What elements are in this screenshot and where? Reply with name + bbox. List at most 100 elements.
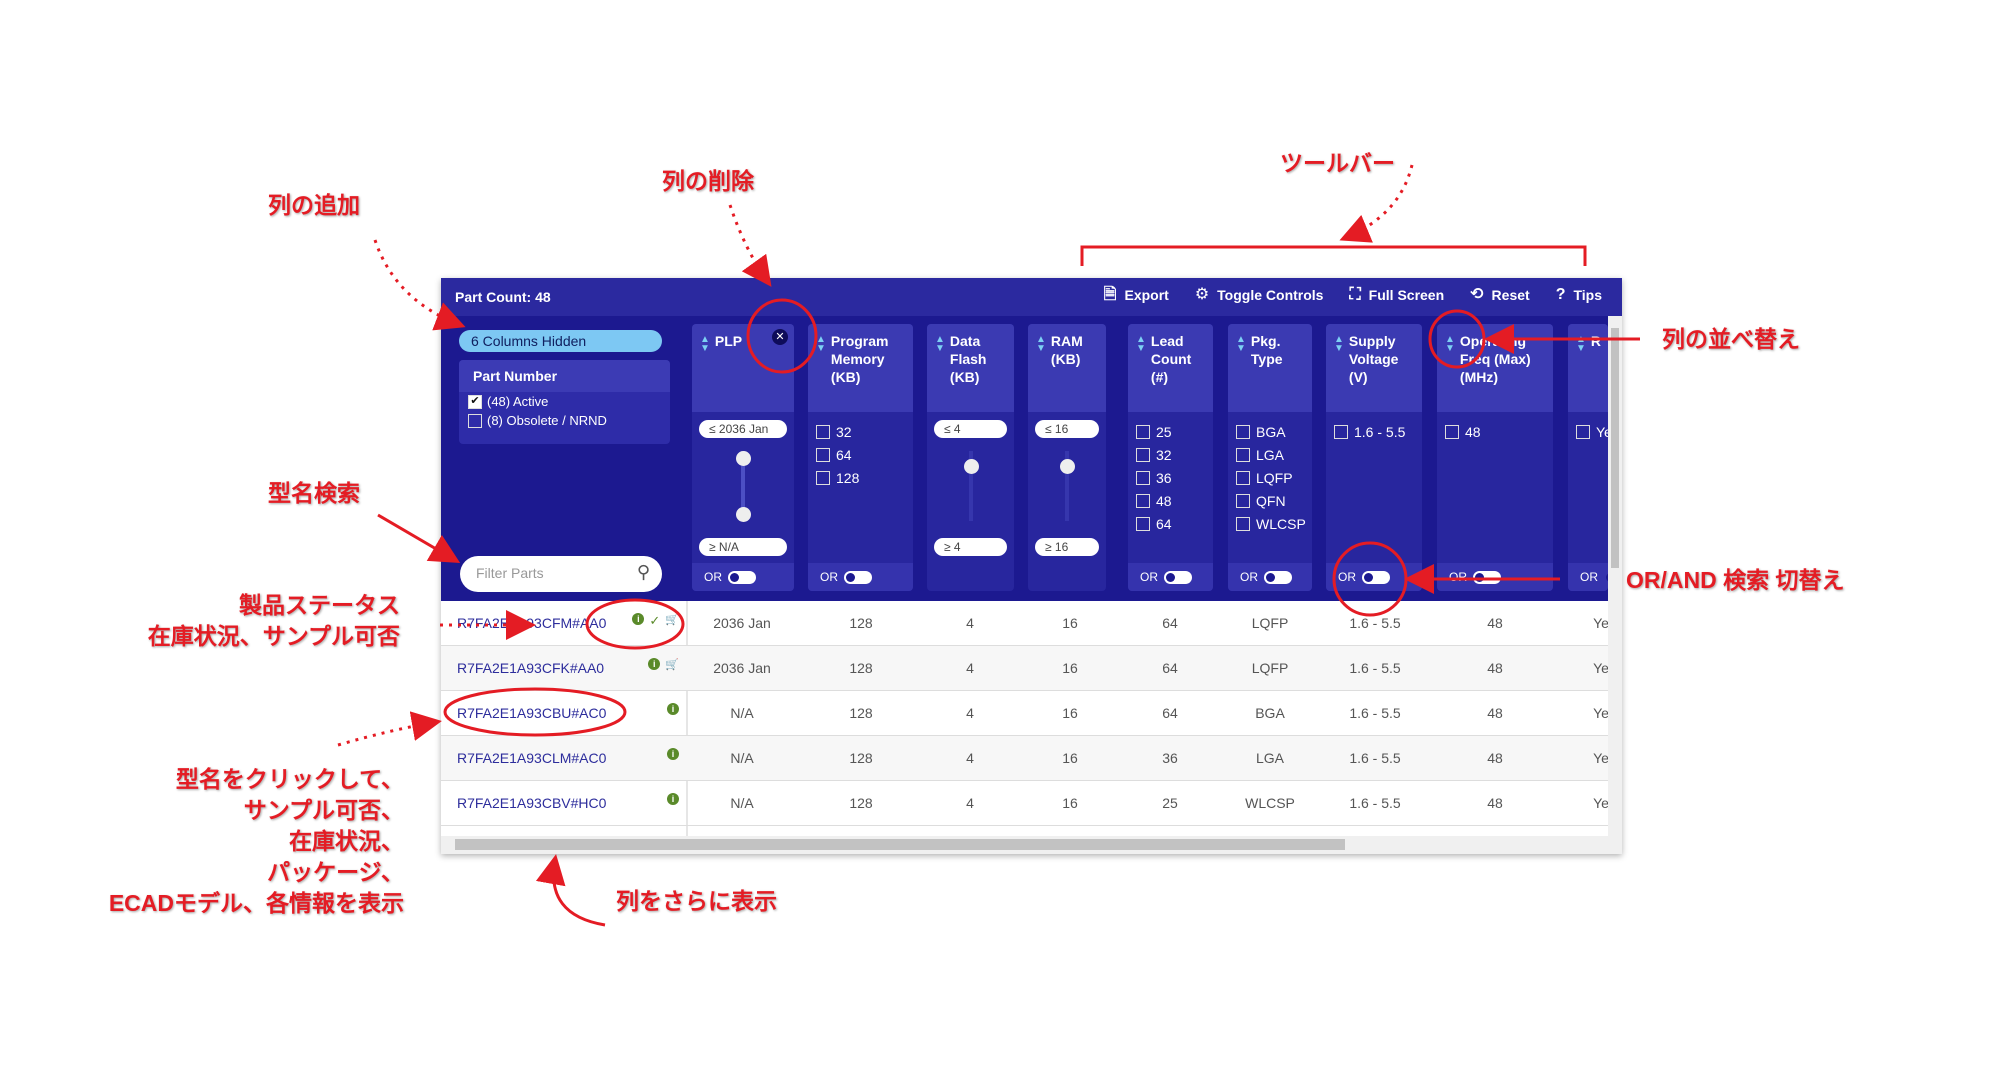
- checkbox[interactable]: [468, 413, 482, 428]
- tips-button[interactable]: ? Tips: [1556, 287, 1602, 304]
- filter-option[interactable]: QFN: [1236, 489, 1304, 512]
- cart-icon[interactable]: 🛒: [665, 658, 679, 671]
- toggle-controls-button[interactable]: ⚙ Toggle Controls: [1194, 286, 1324, 304]
- checkbox[interactable]: [1236, 447, 1250, 462]
- filter-option[interactable]: LQFP: [1236, 466, 1304, 489]
- filter-option[interactable]: 25: [1136, 420, 1205, 443]
- filter-option[interactable]: 64: [816, 443, 905, 466]
- checkbox[interactable]: [1236, 516, 1250, 531]
- filter-option[interactable]: BGA: [1236, 420, 1304, 443]
- filter-option[interactable]: 48: [1136, 489, 1205, 512]
- sort-icon[interactable]: ▲ ▼: [935, 332, 945, 404]
- slider-handle-max[interactable]: [736, 451, 751, 466]
- checkbox[interactable]: [1136, 424, 1150, 439]
- filter-option[interactable]: Ye: [1576, 420, 1608, 443]
- min-range-input[interactable]: ≥ 16: [1035, 538, 1099, 556]
- filter-parts-input[interactable]: Filter Parts ⚲: [460, 556, 662, 592]
- filter-option[interactable]: 1.6 - 5.5: [1334, 420, 1414, 443]
- part-number-link[interactable]: R7FA2E1A93CLM#AC0: [457, 750, 606, 766]
- status-icons: i ✓ 🛒: [619, 613, 679, 629]
- checkbox[interactable]: [1136, 493, 1150, 508]
- max-range-input[interactable]: ≤ 16: [1035, 420, 1099, 438]
- table-cell: 16: [1062, 795, 1078, 811]
- checkbox[interactable]: [1576, 424, 1590, 439]
- horizontal-scrollbar[interactable]: [441, 836, 1608, 854]
- filter-title: R: [1590, 333, 1602, 349]
- checkbox[interactable]: [1136, 470, 1150, 485]
- hidden-columns-button[interactable]: 6 Columns Hidden: [459, 330, 662, 352]
- min-range-input[interactable]: ≥ 4: [934, 538, 1007, 556]
- sort-icon[interactable]: ▲ ▼: [1445, 332, 1455, 404]
- toggle-switch[interactable]: [1164, 570, 1192, 584]
- sort-icon[interactable]: ▲ ▼: [700, 332, 710, 404]
- cart-icon[interactable]: 🛒: [665, 613, 679, 629]
- checkbox[interactable]: [816, 424, 830, 439]
- min-range-input[interactable]: ≥ N/A: [699, 538, 787, 556]
- or-and-toggle[interactable]: OR: [1568, 563, 1608, 591]
- table-cell: 4: [966, 795, 974, 811]
- checkbox[interactable]: [1236, 424, 1250, 439]
- checkbox[interactable]: [816, 470, 830, 485]
- checkbox[interactable]: [1236, 470, 1250, 485]
- table-cell: 16: [1062, 705, 1078, 721]
- status-option[interactable]: (8) Obsolete / NRND: [459, 411, 670, 430]
- or-and-toggle[interactable]: OR: [1326, 563, 1422, 591]
- filter-option[interactable]: 128: [816, 466, 905, 489]
- checkbox[interactable]: [1136, 516, 1150, 531]
- max-range-input[interactable]: ≤ 4: [934, 420, 1007, 438]
- filter-option[interactable]: 32: [816, 420, 905, 443]
- toggle-switch[interactable]: [1362, 570, 1390, 584]
- sort-icon[interactable]: ▲ ▼: [1136, 332, 1146, 404]
- reset-button[interactable]: ⟲ Reset: [1470, 287, 1530, 304]
- toggle-switch[interactable]: [1264, 570, 1292, 584]
- part-number-link[interactable]: R7FA2E1A93CBV#HC0: [457, 795, 606, 811]
- search-icon[interactable]: ⚲: [637, 562, 650, 583]
- checkbox[interactable]: [1236, 493, 1250, 508]
- info-status-icon[interactable]: i: [667, 748, 679, 760]
- or-and-toggle[interactable]: OR: [692, 563, 794, 591]
- checkbox[interactable]: [1334, 424, 1348, 439]
- part-number-link[interactable]: R7FA2E1A93CFM#AA0: [457, 615, 606, 631]
- status-icons: i: [619, 793, 679, 805]
- filter-option[interactable]: WLCSP: [1236, 512, 1306, 535]
- toggle-switch[interactable]: [728, 570, 756, 584]
- or-and-toggle[interactable]: OR: [1128, 563, 1213, 591]
- remove-column-icon[interactable]: ✕: [772, 329, 788, 345]
- info-status-icon[interactable]: i: [667, 703, 679, 715]
- checkbox[interactable]: [1136, 447, 1150, 462]
- full-screen-button[interactable]: ⛶ Full Screen: [1349, 287, 1444, 304]
- filter-option[interactable]: 36: [1136, 466, 1205, 489]
- annotation-line: サンプル可否、: [243, 797, 404, 823]
- filter-option[interactable]: 32: [1136, 443, 1205, 466]
- info-status-icon[interactable]: i: [632, 613, 645, 625]
- toggle-switch[interactable]: [844, 570, 872, 584]
- max-range-input[interactable]: ≤ 2036 Jan: [699, 420, 787, 438]
- or-and-toggle[interactable]: OR: [808, 563, 913, 591]
- checkbox[interactable]: ✔: [468, 394, 482, 409]
- filter-option[interactable]: 64: [1136, 512, 1205, 535]
- part-number-link[interactable]: R7FA2E1A93CBU#AC0: [457, 705, 606, 721]
- filter-option[interactable]: LGA: [1236, 443, 1304, 466]
- or-and-toggle[interactable]: OR: [1437, 563, 1553, 591]
- or-and-toggle[interactable]: OR: [1228, 563, 1312, 591]
- vertical-scrollbar[interactable]: [1608, 316, 1622, 854]
- checkbox[interactable]: [1445, 424, 1459, 439]
- slider-handle-max[interactable]: [1060, 459, 1075, 474]
- checkbox[interactable]: [816, 447, 830, 462]
- export-button[interactable]: 🗎 Export: [1104, 287, 1169, 304]
- sort-icon[interactable]: ▲ ▼: [1334, 332, 1344, 404]
- sort-icon[interactable]: ▲ ▼: [816, 332, 826, 404]
- gear-icon: ⚙: [1194, 286, 1210, 303]
- info-status-icon[interactable]: i: [667, 793, 679, 805]
- toggle-switch[interactable]: [1473, 570, 1501, 584]
- filter-option[interactable]: 48: [1445, 420, 1545, 443]
- part-number-link[interactable]: R7FA2E1A93CFK#AA0: [457, 660, 604, 676]
- slider-handle-min[interactable]: [736, 507, 751, 522]
- slider-handle-max[interactable]: [963, 459, 979, 474]
- sort-icon[interactable]: ▲ ▼: [1576, 332, 1586, 404]
- filter-card: ▲ ▼ Supply Voltage (V) 1.6 - 5.5 OR: [1326, 324, 1422, 591]
- sort-icon[interactable]: ▲ ▼: [1036, 332, 1046, 404]
- status-option[interactable]: ✔ (48) Active: [459, 392, 670, 411]
- sort-icon[interactable]: ▲ ▼: [1236, 332, 1246, 404]
- info-status-icon[interactable]: i: [648, 658, 661, 670]
